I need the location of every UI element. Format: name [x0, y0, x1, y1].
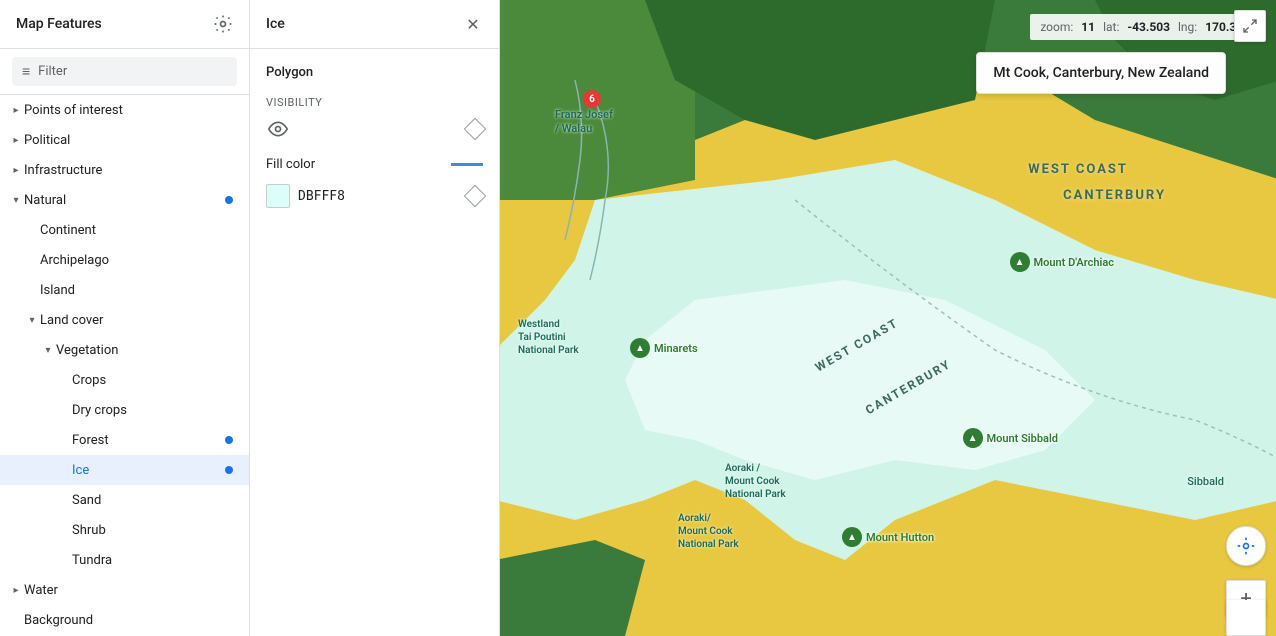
- close-icon[interactable]: ✕: [463, 14, 483, 34]
- item-label-sand: Sand: [72, 493, 233, 508]
- left-header: Map Features: [0, 0, 249, 49]
- tree-item-vegetation[interactable]: ▾Vegetation: [0, 335, 249, 365]
- color-swatch[interactable]: [266, 184, 290, 208]
- filter-label: Filter: [38, 64, 67, 79]
- lat-value: -43.503: [1127, 20, 1170, 34]
- item-label-natural: Natural: [24, 193, 225, 208]
- feature-tree: ▸Points of interest▸Political▸Infrastruc…: [0, 95, 249, 636]
- item-label-land-cover: Land cover: [40, 313, 233, 328]
- expand-icon-shrub: [56, 522, 72, 538]
- tree-item-ice[interactable]: Ice: [0, 455, 249, 485]
- item-label-crops: Crops: [72, 373, 233, 388]
- tree-item-dry-crops[interactable]: Dry crops: [0, 395, 249, 425]
- expand-icon-island: [24, 282, 40, 298]
- active-dot-forest: [225, 436, 233, 444]
- expand-icon-political: ▸: [8, 132, 24, 148]
- tree-item-crops[interactable]: Crops: [0, 365, 249, 395]
- expand-icon-points-of-interest: ▸: [8, 102, 24, 118]
- middle-header: Ice ✕: [250, 0, 499, 49]
- item-label-archipelago: Archipelago: [40, 253, 233, 268]
- panel-title: Map Features: [16, 16, 102, 32]
- polygon-label: Polygon: [266, 65, 483, 80]
- item-label-infrastructure: Infrastructure: [24, 163, 233, 178]
- item-label-water: Water: [24, 583, 233, 598]
- location-tooltip: Mt Cook, Canterbury, New Zealand: [976, 52, 1226, 94]
- location-button[interactable]: [1226, 526, 1266, 566]
- color-value: DBFFF8: [298, 189, 345, 204]
- eye-icon[interactable]: [266, 117, 290, 141]
- lng-label: lng:: [1178, 20, 1197, 34]
- tree-item-background[interactable]: Background: [0, 605, 249, 635]
- expand-icon-archipelago: [24, 252, 40, 268]
- left-panel: Map Features ≡ Filter ▸Points of interes…: [0, 0, 250, 636]
- fullscreen-button[interactable]: [1234, 10, 1266, 42]
- tree-item-island[interactable]: Island: [0, 275, 249, 305]
- tree-item-forest[interactable]: Forest: [0, 425, 249, 455]
- expand-icon-forest: [56, 432, 72, 448]
- middle-body: Polygon Visibility Fill color DBFFF8: [250, 49, 499, 636]
- item-label-shrub: Shrub: [72, 523, 233, 538]
- visibility-row: [266, 117, 483, 141]
- tree-item-shrub[interactable]: Shrub: [0, 515, 249, 545]
- expand-icon-natural: ▾: [8, 192, 24, 208]
- expand-icon-vegetation: ▾: [40, 342, 56, 358]
- visibility-diamond-icon[interactable]: [464, 118, 487, 141]
- expand-icon-tundra: [56, 552, 72, 568]
- active-dot-ice: [225, 466, 233, 474]
- tree-item-political[interactable]: ▸Political: [0, 125, 249, 155]
- fill-color-row: Fill color: [266, 157, 483, 172]
- middle-panel: Ice ✕ Polygon Visibility Fill color DBFF…: [250, 0, 500, 636]
- expand-icon-background: [8, 612, 24, 628]
- expand-icon-dry-crops: [56, 402, 72, 418]
- fill-color-label: Fill color: [266, 157, 315, 172]
- visibility-label: Visibility: [266, 96, 483, 109]
- gear-icon[interactable]: [213, 14, 233, 34]
- item-label-dry-crops: Dry crops: [72, 403, 233, 418]
- item-label-island: Island: [40, 283, 233, 298]
- item-label-continent: Continent: [40, 223, 233, 238]
- map-info: zoom: 11 lat: -43.503 lng: 170.306: [1030, 14, 1260, 40]
- map-panel[interactable]: zoom: 11 lat: -43.503 lng: 170.306 Mt Co…: [500, 0, 1276, 636]
- map-canvas: [500, 0, 1276, 636]
- expand-icon-sand: [56, 492, 72, 508]
- expand-icon-infrastructure: ▸: [8, 162, 24, 178]
- zoom-value: 11: [1081, 20, 1095, 34]
- color-input-row: DBFFF8: [266, 184, 483, 208]
- zoom-label: zoom:: [1040, 20, 1073, 34]
- tree-item-water[interactable]: ▸Water: [0, 575, 249, 605]
- tooltip-text: Mt Cook, Canterbury, New Zealand: [993, 65, 1209, 81]
- filter-row: ≡ Filter: [0, 49, 249, 95]
- item-label-ice: Ice: [72, 463, 225, 478]
- expand-icon-water: ▸: [8, 582, 24, 598]
- fill-color-line: [451, 163, 483, 166]
- filter-icon: ≡: [22, 63, 30, 80]
- middle-title: Ice: [266, 16, 285, 32]
- tree-item-land-cover[interactable]: ▾Land cover: [0, 305, 249, 335]
- tree-item-sand[interactable]: Sand: [0, 485, 249, 515]
- expand-icon-land-cover: ▾: [24, 312, 40, 328]
- tree-item-tundra[interactable]: Tundra: [0, 545, 249, 575]
- item-label-tundra: Tundra: [72, 553, 233, 568]
- tree-item-archipelago[interactable]: Archipelago: [0, 245, 249, 275]
- color-diamond-icon[interactable]: [464, 185, 487, 208]
- item-label-political: Political: [24, 133, 233, 148]
- filter-input-container[interactable]: ≡ Filter: [12, 57, 237, 86]
- expand-icon-continent: [24, 222, 40, 238]
- expand-icon-crops: [56, 372, 72, 388]
- item-label-vegetation: Vegetation: [56, 343, 233, 358]
- visibility-icons: [266, 117, 290, 141]
- active-dot-natural: [225, 196, 233, 204]
- tree-item-continent[interactable]: Continent: [0, 215, 249, 245]
- lat-label: lat:: [1103, 20, 1119, 34]
- tree-item-points-of-interest[interactable]: ▸Points of interest: [0, 95, 249, 125]
- tree-item-infrastructure[interactable]: ▸Infrastructure: [0, 155, 249, 185]
- tree-item-natural[interactable]: ▾Natural: [0, 185, 249, 215]
- item-label-background: Background: [24, 613, 233, 628]
- map-topbar: zoom: 11 lat: -43.503 lng: 170.306: [500, 0, 1276, 54]
- expand-icon-ice: [56, 462, 72, 478]
- item-label-points-of-interest: Points of interest: [24, 103, 233, 118]
- zoom-out-button[interactable]: [1226, 600, 1266, 636]
- item-label-forest: Forest: [72, 433, 225, 448]
